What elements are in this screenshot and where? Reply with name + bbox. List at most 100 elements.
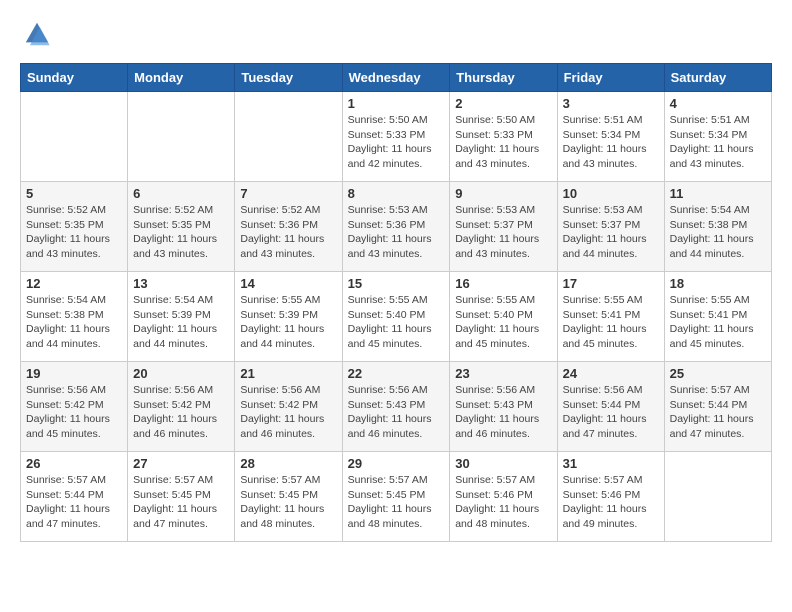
weekday-header-friday: Friday xyxy=(557,64,664,92)
day-number: 30 xyxy=(455,456,551,471)
day-info: Sunrise: 5:51 AM Sunset: 5:34 PM Dayligh… xyxy=(670,113,766,172)
calendar-cell: 21Sunrise: 5:56 AM Sunset: 5:42 PM Dayli… xyxy=(235,362,342,452)
calendar-cell: 3 Sunrise: 5:51 AM Sunset: 5:34 PM Daylig… xyxy=(557,92,664,182)
calendar-cell: 11Sunrise: 5:54 AM Sunset: 5:38 PM Dayli… xyxy=(664,182,771,272)
calendar-cell: 9Sunrise: 5:53 AM Sunset: 5:37 PM Daylig… xyxy=(450,182,557,272)
calendar-cell xyxy=(664,452,771,542)
calendar-cell: 28 Sunrise: 5:57 AM Sunset: 5:45 PM Dayli… xyxy=(235,452,342,542)
day-info: Sunrise: 5:54 AM Sunset: 5:38 PM Dayligh… xyxy=(26,293,122,352)
day-info: Sunrise: 5:55 AM Sunset: 5:40 PM Dayligh… xyxy=(348,293,445,352)
day-number: 10 xyxy=(563,186,659,201)
calendar-cell: 30 Sunrise: 5:57 AM Sunset: 5:46 PM Dayli… xyxy=(450,452,557,542)
day-info: Sunrise: 5:57 AM Sunset: 5:45 PM Dayligh… xyxy=(348,473,445,532)
calendar-week-row: 19 Sunrise: 5:56 AM Sunset: 5:42 PM Dayli… xyxy=(21,362,772,452)
weekday-header-sunday: Sunday xyxy=(21,64,128,92)
day-info: Sunrise: 5:55 AM Sunset: 5:39 PM Dayligh… xyxy=(240,293,336,352)
day-info: Sunrise: 5:57 AM Sunset: 5:46 PM Dayligh… xyxy=(563,473,659,532)
calendar-cell: 25 Sunrise: 5:57 AM Sunset: 5:44 PM Dayli… xyxy=(664,362,771,452)
weekday-header-saturday: Saturday xyxy=(664,64,771,92)
day-number: 31 xyxy=(563,456,659,471)
day-number: 18 xyxy=(670,276,766,291)
day-info: Sunrise: 5:57 AM Sunset: 5:46 PM Dayligh… xyxy=(455,473,551,532)
weekday-header-tuesday: Tuesday xyxy=(235,64,342,92)
day-info: Sunrise: 5:57 AM Sunset: 5:45 PM Dayligh… xyxy=(240,473,336,532)
day-number: 8 xyxy=(348,186,445,201)
day-info: Sunrise: 5:53 AM Sunset: 5:36 PM Dayligh… xyxy=(348,203,445,262)
weekday-header-row: SundayMondayTuesdayWednesdayThursdayFrid… xyxy=(21,64,772,92)
day-number: 5 xyxy=(26,186,122,201)
calendar-cell: 4 Sunrise: 5:51 AM Sunset: 5:34 PM Daylig… xyxy=(664,92,771,182)
day-number: 19 xyxy=(26,366,122,381)
calendar-cell xyxy=(235,92,342,182)
logo-icon xyxy=(23,20,51,48)
calendar-cell: 29 Sunrise: 5:57 AM Sunset: 5:45 PM Dayli… xyxy=(342,452,450,542)
calendar-cell: 20Sunrise: 5:56 AM Sunset: 5:42 PM Dayli… xyxy=(128,362,235,452)
day-number: 26 xyxy=(26,456,122,471)
day-number: 2 xyxy=(455,96,551,111)
day-number: 7 xyxy=(240,186,336,201)
day-info: Sunrise: 5:57 AM Sunset: 5:44 PM Dayligh… xyxy=(670,383,766,442)
calendar-cell: 7Sunrise: 5:52 AM Sunset: 5:36 PM Daylig… xyxy=(235,182,342,272)
day-info: Sunrise: 5:54 AM Sunset: 5:39 PM Dayligh… xyxy=(133,293,229,352)
day-number: 3 xyxy=(563,96,659,111)
calendar-cell: 17Sunrise: 5:55 AM Sunset: 5:41 PM Dayli… xyxy=(557,272,664,362)
calendar-cell: 16Sunrise: 5:55 AM Sunset: 5:40 PM Dayli… xyxy=(450,272,557,362)
day-number: 4 xyxy=(670,96,766,111)
day-number: 15 xyxy=(348,276,445,291)
calendar-cell: 5 Sunrise: 5:52 AM Sunset: 5:35 PM Daylig… xyxy=(21,182,128,272)
day-info: Sunrise: 5:56 AM Sunset: 5:44 PM Dayligh… xyxy=(563,383,659,442)
day-info: Sunrise: 5:57 AM Sunset: 5:45 PM Dayligh… xyxy=(133,473,229,532)
calendar-cell: 22 Sunrise: 5:56 AM Sunset: 5:43 PM Dayli… xyxy=(342,362,450,452)
calendar-cell: 6Sunrise: 5:52 AM Sunset: 5:35 PM Daylig… xyxy=(128,182,235,272)
day-number: 13 xyxy=(133,276,229,291)
day-info: Sunrise: 5:50 AM Sunset: 5:33 PM Dayligh… xyxy=(348,113,445,172)
day-info: Sunrise: 5:56 AM Sunset: 5:43 PM Dayligh… xyxy=(455,383,551,442)
calendar-week-row: 1 Sunrise: 5:50 AM Sunset: 5:33 PM Daylig… xyxy=(21,92,772,182)
calendar-week-row: 26 Sunrise: 5:57 AM Sunset: 5:44 PM Dayli… xyxy=(21,452,772,542)
calendar-cell: 24 Sunrise: 5:56 AM Sunset: 5:44 PM Dayli… xyxy=(557,362,664,452)
calendar-table: SundayMondayTuesdayWednesdayThursdayFrid… xyxy=(20,63,772,542)
weekday-header-wednesday: Wednesday xyxy=(342,64,450,92)
day-info: Sunrise: 5:56 AM Sunset: 5:43 PM Dayligh… xyxy=(348,383,445,442)
day-number: 24 xyxy=(563,366,659,381)
day-number: 12 xyxy=(26,276,122,291)
day-info: Sunrise: 5:53 AM Sunset: 5:37 PM Dayligh… xyxy=(455,203,551,262)
day-number: 27 xyxy=(133,456,229,471)
calendar-cell: 18Sunrise: 5:55 AM Sunset: 5:41 PM Dayli… xyxy=(664,272,771,362)
calendar-week-row: 12 Sunrise: 5:54 AM Sunset: 5:38 PM Dayli… xyxy=(21,272,772,362)
calendar-cell: 15 Sunrise: 5:55 AM Sunset: 5:40 PM Dayli… xyxy=(342,272,450,362)
calendar-week-row: 5 Sunrise: 5:52 AM Sunset: 5:35 PM Daylig… xyxy=(21,182,772,272)
logo xyxy=(20,20,51,53)
day-number: 23 xyxy=(455,366,551,381)
day-number: 16 xyxy=(455,276,551,291)
calendar-cell: 27 Sunrise: 5:57 AM Sunset: 5:45 PM Dayli… xyxy=(128,452,235,542)
calendar-cell: 26 Sunrise: 5:57 AM Sunset: 5:44 PM Dayli… xyxy=(21,452,128,542)
day-number: 6 xyxy=(133,186,229,201)
day-number: 22 xyxy=(348,366,445,381)
calendar-cell: 31 Sunrise: 5:57 AM Sunset: 5:46 PM Dayli… xyxy=(557,452,664,542)
weekday-header-monday: Monday xyxy=(128,64,235,92)
day-info: Sunrise: 5:57 AM Sunset: 5:44 PM Dayligh… xyxy=(26,473,122,532)
day-number: 14 xyxy=(240,276,336,291)
day-info: Sunrise: 5:55 AM Sunset: 5:41 PM Dayligh… xyxy=(563,293,659,352)
day-info: Sunrise: 5:52 AM Sunset: 5:35 PM Dayligh… xyxy=(26,203,122,262)
day-info: Sunrise: 5:50 AM Sunset: 5:33 PM Dayligh… xyxy=(455,113,551,172)
day-info: Sunrise: 5:56 AM Sunset: 5:42 PM Dayligh… xyxy=(240,383,336,442)
calendar-cell: 14 Sunrise: 5:55 AM Sunset: 5:39 PM Dayli… xyxy=(235,272,342,362)
calendar-cell xyxy=(128,92,235,182)
calendar-cell: 23 Sunrise: 5:56 AM Sunset: 5:43 PM Dayli… xyxy=(450,362,557,452)
calendar-cell: 10 Sunrise: 5:53 AM Sunset: 5:37 PM Dayli… xyxy=(557,182,664,272)
day-info: Sunrise: 5:56 AM Sunset: 5:42 PM Dayligh… xyxy=(133,383,229,442)
page-header xyxy=(20,20,772,53)
calendar-cell: 2 Sunrise: 5:50 AM Sunset: 5:33 PM Daylig… xyxy=(450,92,557,182)
calendar-cell: 19Sunrise: 5:56 AM Sunset: 5:42 PM Dayli… xyxy=(21,362,128,452)
calendar-cell: 8 Sunrise: 5:53 AM Sunset: 5:36 PM Daylig… xyxy=(342,182,450,272)
day-info: Sunrise: 5:53 AM Sunset: 5:37 PM Dayligh… xyxy=(563,203,659,262)
day-number: 29 xyxy=(348,456,445,471)
calendar-cell xyxy=(21,92,128,182)
calendar-cell: 13 Sunrise: 5:54 AM Sunset: 5:39 PM Dayli… xyxy=(128,272,235,362)
day-number: 28 xyxy=(240,456,336,471)
day-number: 1 xyxy=(348,96,445,111)
day-info: Sunrise: 5:51 AM Sunset: 5:34 PM Dayligh… xyxy=(563,113,659,172)
day-number: 25 xyxy=(670,366,766,381)
